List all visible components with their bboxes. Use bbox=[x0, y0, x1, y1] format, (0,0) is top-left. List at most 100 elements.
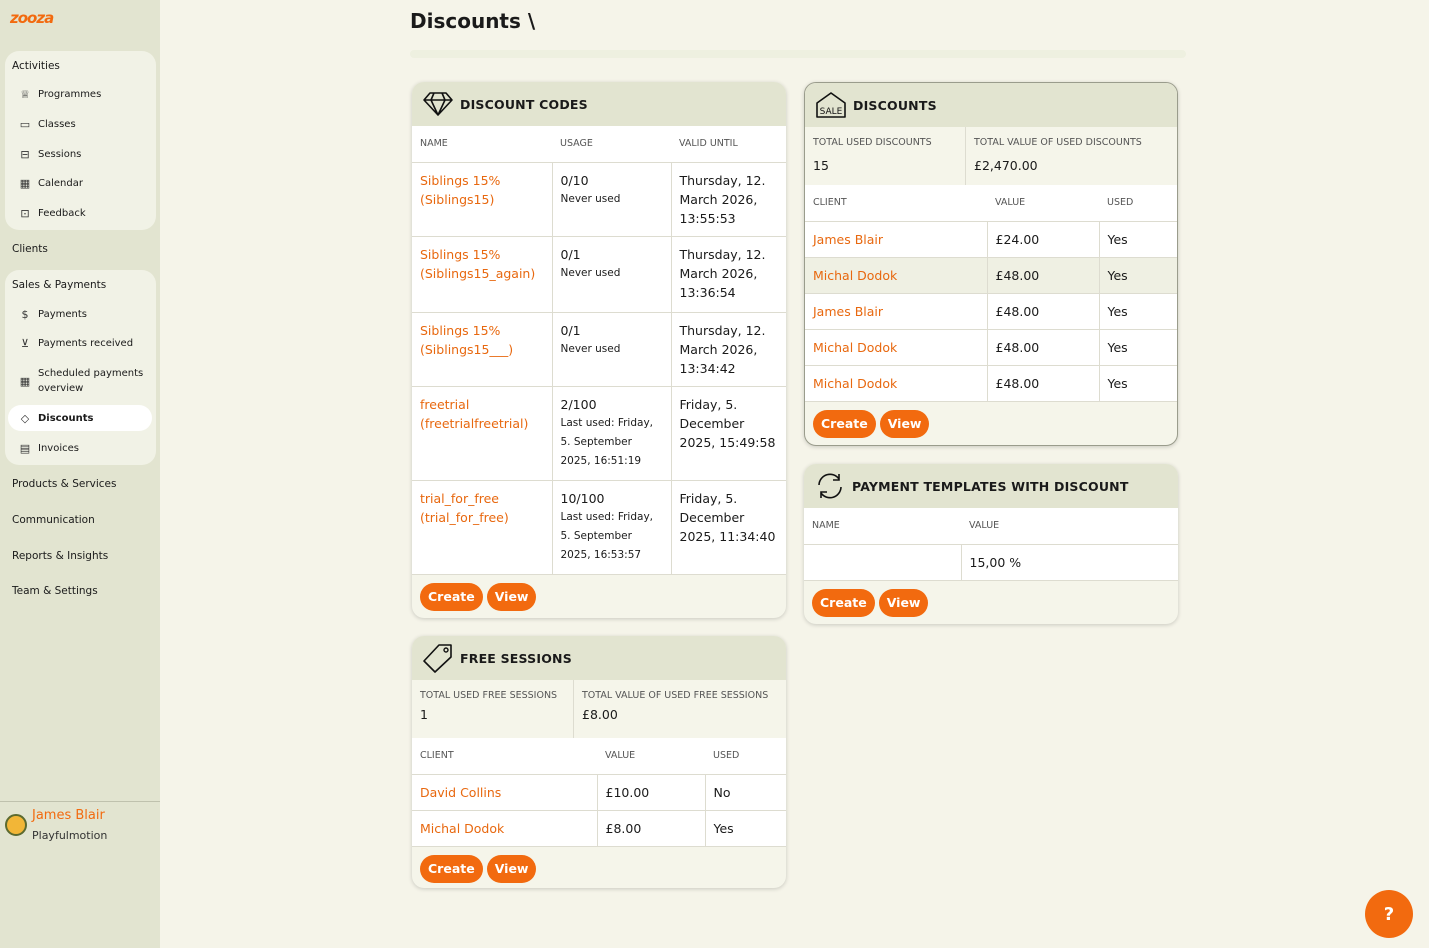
sales-payments-group: Sales & Payments $ Payments ⊻ Payments r… bbox=[5, 270, 156, 465]
create-button[interactable]: Create bbox=[812, 588, 875, 617]
client-link[interactable]: Michal Dodok bbox=[813, 340, 897, 355]
discount-value: £48.00 bbox=[987, 257, 1100, 294]
usage-count: 0/1 bbox=[560, 322, 581, 338]
sidebar-item-discounts[interactable]: ◇ Discounts bbox=[8, 405, 152, 431]
client-link[interactable]: Michal Dodok bbox=[813, 268, 897, 283]
column-header: NAME bbox=[412, 126, 552, 163]
payment-templates-card: PAYMENT TEMPLATES WITH DISCOUNT NAME VAL… bbox=[804, 464, 1178, 624]
discount-value: £24.00 bbox=[987, 221, 1100, 258]
used-status: Yes bbox=[1099, 257, 1177, 294]
valid-until: Thursday, 12. March 2026, 13:36:54 bbox=[671, 236, 786, 313]
sidebar-item-reports-insights[interactable]: Reports & Insights bbox=[12, 550, 108, 562]
discounts-card: SALE DISCOUNTS TOTAL USED DISCOUNTS 15 T… bbox=[804, 82, 1178, 446]
column-header: CLIENT bbox=[805, 185, 987, 222]
tag-icon: ◇ bbox=[20, 411, 30, 425]
summary-label: TOTAL VALUE OF USED FREE SESSIONS bbox=[582, 690, 769, 701]
client-link[interactable]: David Collins bbox=[420, 785, 501, 800]
sidebar-item-communication[interactable]: Communication bbox=[12, 514, 95, 526]
table-row: Michal Dodok £48.00 Yes bbox=[805, 365, 1177, 402]
create-button[interactable]: Create bbox=[813, 409, 876, 438]
discount-code-link[interactable]: freetrial (freetrialfreetrial) bbox=[420, 397, 528, 431]
usage-note: Last used: Friday, 5. September 2025, 16… bbox=[560, 510, 654, 561]
discount-codes-card: DISCOUNT CODES NAME USAGE VALID UNTIL Si… bbox=[412, 82, 786, 618]
card-header: SALE DISCOUNTS bbox=[805, 83, 1177, 127]
card-title: PAYMENT TEMPLATES WITH DISCOUNT bbox=[852, 478, 1129, 494]
discounts-summary: TOTAL USED DISCOUNTS 15 TOTAL VALUE OF U… bbox=[805, 127, 1177, 185]
sidebar-item-label: Feedback bbox=[38, 207, 86, 219]
sidebar-item-sessions[interactable]: ⊟ Sessions bbox=[8, 141, 152, 167]
session-value: £10.00 bbox=[597, 774, 706, 811]
help-icon: ? bbox=[1383, 903, 1395, 925]
trophy-icon: ♕ bbox=[20, 87, 30, 101]
free-sessions-summary: TOTAL USED FREE SESSIONS 1 TOTAL VALUE O… bbox=[412, 680, 786, 738]
help-button[interactable]: ? bbox=[1365, 890, 1413, 938]
template-value: 15,00 % bbox=[961, 544, 1178, 581]
sidebar-item-payments[interactable]: $ Payments bbox=[8, 301, 152, 327]
page-title: Discounts \ bbox=[410, 9, 536, 33]
sidebar-item-clients[interactable]: Clients bbox=[12, 243, 48, 255]
sidebar-item-payments-received[interactable]: ⊻ Payments received bbox=[8, 330, 152, 356]
feedback-icon: ⊡ bbox=[20, 206, 30, 220]
create-button[interactable]: Create bbox=[420, 854, 483, 883]
user-profile[interactable]: James Blair Playfulmotion bbox=[0, 801, 160, 861]
discount-value: £48.00 bbox=[987, 293, 1100, 330]
calendar-grid-icon: ▦ bbox=[19, 374, 31, 388]
avatar bbox=[5, 814, 27, 836]
summary-value: £2,470.00 bbox=[974, 158, 1038, 173]
view-button[interactable]: View bbox=[486, 854, 537, 883]
user-name[interactable]: James Blair bbox=[32, 808, 105, 823]
sidebar-item-products-services[interactable]: Products & Services bbox=[12, 478, 116, 490]
sales-payments-title[interactable]: Sales & Payments bbox=[12, 279, 106, 291]
sidebar-item-label: Payments received bbox=[38, 337, 134, 349]
client-link[interactable]: James Blair bbox=[813, 304, 883, 319]
refresh-icon bbox=[812, 471, 848, 501]
valid-until: Friday, 5. December 2025, 11:34:40 bbox=[671, 480, 786, 575]
card-actions: Create View bbox=[805, 402, 1177, 446]
table-row: Siblings 15% (Siblings15) 0/10 Never used… bbox=[412, 162, 786, 237]
discount-code-link[interactable]: trial_for_free (trial_for_free) bbox=[420, 491, 509, 525]
discounts-table: CLIENT VALUE USED James Blair £24.00 Yes… bbox=[805, 185, 1177, 402]
folder-icon: ▭ bbox=[19, 117, 31, 131]
summary-total-used: TOTAL USED DISCOUNTS 15 bbox=[805, 127, 966, 185]
summary-total-used: TOTAL USED FREE SESSIONS 1 bbox=[412, 680, 574, 738]
summary-label: TOTAL VALUE OF USED DISCOUNTS bbox=[974, 137, 1142, 148]
zooza-logo[interactable]: zooza bbox=[10, 9, 54, 27]
summary-total-value: TOTAL VALUE OF USED FREE SESSIONS £8.00 bbox=[574, 680, 776, 738]
table-row: James Blair £24.00 Yes bbox=[805, 221, 1177, 258]
sidebar-item-invoices[interactable]: ▤ Invoices bbox=[8, 435, 152, 461]
create-button[interactable]: Create bbox=[420, 582, 483, 611]
sidebar-item-label: Calendar bbox=[38, 177, 83, 189]
valid-until: Thursday, 12. March 2026, 13:55:53 bbox=[671, 162, 786, 237]
card-actions: Create View bbox=[412, 847, 786, 889]
template-name[interactable] bbox=[804, 544, 962, 581]
invoice-icon: ▤ bbox=[19, 441, 31, 455]
user-organization: Playfulmotion bbox=[32, 829, 108, 842]
discount-code-link[interactable]: Siblings 15% (Siblings15) bbox=[420, 173, 500, 207]
sidebar-item-programmes[interactable]: ♕ Programmes bbox=[8, 81, 152, 107]
summary-value: 15 bbox=[813, 158, 829, 173]
sidebar-item-scheduled-payments[interactable]: ▦ Scheduled payments overview bbox=[8, 366, 152, 396]
client-link[interactable]: Michal Dodok bbox=[420, 821, 504, 836]
discount-code-link[interactable]: Siblings 15% (Siblings15___) bbox=[420, 323, 513, 357]
activities-title[interactable]: Activities bbox=[12, 60, 60, 72]
sidebar-item-classes[interactable]: ▭ Classes bbox=[8, 111, 152, 137]
sidebar-item-feedback[interactable]: ⊡ Feedback bbox=[8, 200, 152, 226]
sidebar-item-label: Invoices bbox=[38, 442, 79, 454]
view-button[interactable]: View bbox=[878, 588, 929, 617]
table-row: Michal Dodok £8.00 Yes bbox=[412, 810, 786, 847]
usage-count: 0/1 bbox=[560, 246, 581, 262]
summary-value: 1 bbox=[420, 707, 428, 722]
payment-templates-table: NAME VALUE 15,00 % bbox=[804, 508, 1178, 581]
discount-code-link[interactable]: Siblings 15% (Siblings15_again) bbox=[420, 247, 535, 281]
card-title: FREE SESSIONS bbox=[460, 650, 572, 666]
sidebar-item-team-settings[interactable]: Team & Settings bbox=[12, 585, 98, 597]
client-link[interactable]: James Blair bbox=[813, 232, 883, 247]
free-sessions-card: FREE SESSIONS TOTAL USED FREE SESSIONS 1… bbox=[412, 636, 786, 888]
sidebar-item-label: Scheduled payments overview bbox=[38, 368, 144, 394]
sidebar-item-calendar[interactable]: ▦ Calendar bbox=[8, 170, 152, 196]
used-status: No bbox=[705, 774, 786, 811]
view-button[interactable]: View bbox=[879, 409, 930, 438]
client-link[interactable]: Michal Dodok bbox=[813, 376, 897, 391]
view-button[interactable]: View bbox=[486, 582, 537, 611]
summary-value: £8.00 bbox=[582, 707, 618, 722]
